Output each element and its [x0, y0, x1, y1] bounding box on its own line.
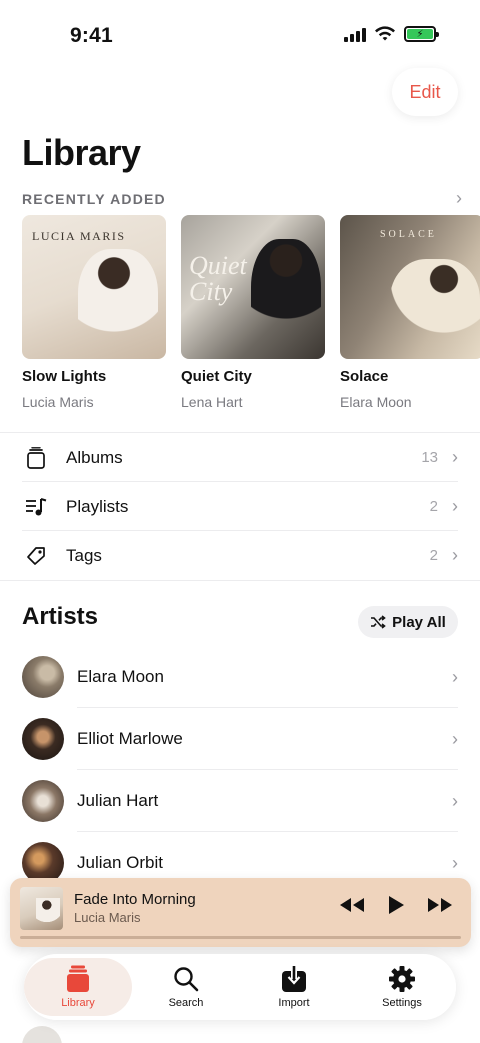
nav-item-albums[interactable]: Albums 13 › — [0, 433, 480, 482]
tab-label: Import — [278, 997, 310, 1009]
nav-item-count: 13 — [421, 449, 438, 466]
nav-item-label: Tags — [66, 545, 102, 565]
chevron-right-icon: › — [452, 666, 458, 687]
page-title: Library — [22, 132, 141, 173]
status-time: 9:41 — [70, 24, 113, 47]
play-icon[interactable] — [387, 895, 405, 915]
status-bar: 9:41 ⚡ — [0, 0, 480, 70]
album-cover: LUCIA MARIS — [22, 215, 166, 359]
nav-item-label: Albums — [66, 447, 123, 467]
album-card[interactable]: LUCIA MARIS Slow Lights Lucia Maris — [22, 215, 166, 410]
fast-forward-icon[interactable] — [427, 897, 453, 913]
cover-text: SOLACE — [380, 229, 437, 240]
cellular-signal-icon — [344, 26, 366, 42]
tab-label: Library — [61, 997, 95, 1009]
nav-item-tags[interactable]: Tags 2 › — [0, 531, 480, 580]
shuffle-icon — [371, 615, 386, 629]
avatar — [22, 718, 64, 760]
chevron-right-icon: › — [452, 447, 458, 467]
wifi-icon — [375, 26, 395, 41]
album-title: Solace — [340, 368, 389, 385]
tab-label: Settings — [382, 997, 422, 1009]
tab-bar: Library Search Import Settings — [24, 954, 456, 1020]
chevron-right-icon: › — [452, 852, 458, 873]
artist-list: Elara Moon › Elliot Marlowe › Julian Har… — [0, 646, 480, 894]
album-cover: Quiet City — [181, 215, 325, 359]
album-artist: Elara Moon — [340, 394, 412, 410]
library-icon — [66, 965, 90, 993]
avatar — [22, 780, 64, 822]
now-playing-title: Fade Into Morning — [74, 891, 196, 908]
cover-text: Quiet City — [189, 251, 247, 306]
chevron-right-icon: › — [452, 496, 458, 516]
album-artist: Lena Hart — [181, 394, 243, 410]
tag-icon — [22, 542, 50, 570]
recently-added-title: RECENTLY ADDED — [22, 190, 166, 207]
now-playing-bar[interactable]: Fade Into Morning Lucia Maris — [10, 878, 471, 947]
chevron-right-icon: › — [452, 790, 458, 811]
battery-icon: ⚡ — [404, 26, 439, 42]
play-all-label: Play All — [392, 613, 446, 631]
album-title: Quiet City — [181, 368, 252, 385]
artist-row[interactable]: Julian Hart › — [0, 770, 480, 832]
search-icon — [173, 965, 199, 993]
nav-item-playlists[interactable]: Playlists 2 › — [0, 482, 480, 531]
artist-name: Elliot Marlowe — [77, 729, 183, 748]
play-all-button[interactable]: Play All — [358, 606, 458, 638]
artists-section-title: Artists — [22, 603, 99, 630]
chevron-right-icon: › — [456, 188, 462, 208]
artist-name: Julian Hart — [77, 791, 159, 810]
nav-item-count: 2 — [429, 498, 438, 515]
artist-name: Julian Orbit — [77, 853, 163, 872]
album-artist: Lucia Maris — [22, 394, 94, 410]
album-stack-icon — [22, 444, 50, 472]
import-icon — [281, 965, 307, 993]
gear-icon — [388, 965, 416, 993]
now-playing-artist: Lucia Maris — [74, 910, 141, 925]
chevron-right-icon: › — [452, 728, 458, 749]
tab-search[interactable]: Search — [132, 958, 240, 1016]
edit-button[interactable]: Edit — [392, 68, 458, 116]
chevron-right-icon: › — [452, 545, 458, 565]
library-nav-list: Albums 13 › Playlists 2 › Tags 2 › — [0, 432, 480, 581]
avatar — [22, 656, 64, 698]
now-playing-progress[interactable] — [20, 936, 461, 939]
artist-row[interactable]: Elara Moon › — [0, 646, 480, 708]
cover-text: LUCIA MARIS — [32, 229, 126, 243]
album-card[interactable]: Quiet City Quiet City Lena Hart — [181, 215, 325, 410]
artist-row[interactable]: Elliot Marlowe › — [0, 708, 480, 770]
status-icons: ⚡ — [344, 26, 439, 42]
tab-import[interactable]: Import — [240, 958, 348, 1016]
tab-settings[interactable]: Settings — [348, 958, 456, 1016]
recently-added-albums: LUCIA MARIS Slow Lights Lucia Maris Quie… — [22, 215, 480, 410]
now-playing-artwork — [20, 887, 63, 930]
album-card[interactable]: SOLACE Solace Elara Moon — [340, 215, 480, 410]
album-cover: SOLACE — [340, 215, 480, 359]
artist-name: Elara Moon — [77, 667, 164, 686]
now-playing-controls — [339, 895, 453, 915]
tab-library[interactable]: Library — [24, 958, 132, 1016]
playlist-icon — [22, 493, 50, 521]
recently-added-header[interactable]: RECENTLY ADDED › — [22, 188, 462, 209]
tab-label: Search — [168, 997, 204, 1009]
rewind-icon[interactable] — [339, 897, 365, 913]
album-title: Slow Lights — [22, 368, 107, 385]
partially-hidden-avatar — [22, 1026, 62, 1043]
nav-item-label: Playlists — [66, 496, 129, 516]
nav-item-count: 2 — [429, 547, 438, 564]
